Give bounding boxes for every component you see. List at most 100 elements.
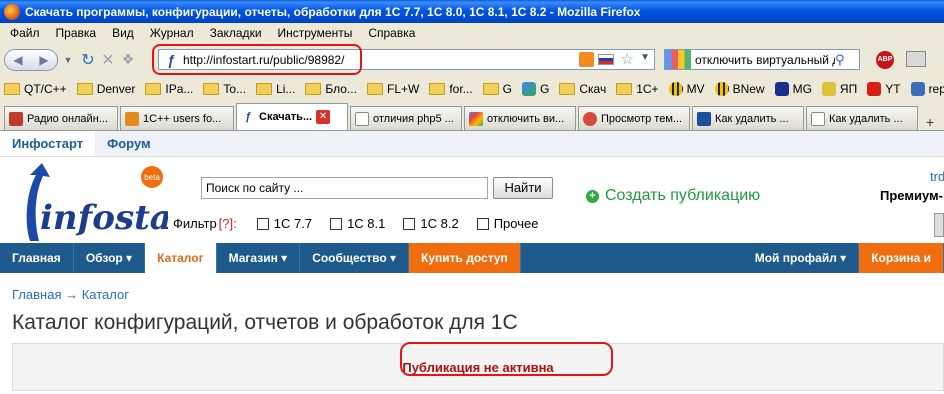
nav-shop[interactable]: Магазин ▾ bbox=[217, 243, 301, 273]
yandex-icon bbox=[821, 82, 836, 96]
url-dropdown-icon[interactable]: ▼ bbox=[640, 52, 650, 63]
nav-catalog[interactable]: Каталог bbox=[145, 243, 217, 273]
tab[interactable]: 1С++ users fo... bbox=[120, 106, 234, 130]
printer-icon[interactable] bbox=[906, 51, 926, 67]
search-bar[interactable]: ⚲ bbox=[664, 49, 860, 70]
nav-cart[interactable]: Корзина и bbox=[859, 243, 944, 273]
menu-view[interactable]: Вид bbox=[104, 26, 142, 40]
find-button[interactable]: Найти bbox=[493, 177, 553, 199]
menu-file[interactable]: Файл bbox=[2, 26, 48, 40]
search-icon[interactable]: ⚲ bbox=[835, 52, 845, 68]
bookmark-star-icon[interactable]: ☆ bbox=[621, 50, 634, 68]
bee-icon bbox=[668, 82, 683, 96]
stop-icon[interactable]: ✕ bbox=[98, 49, 118, 71]
folder-icon bbox=[482, 83, 499, 95]
report-icon bbox=[910, 82, 925, 96]
infostart-favicon-icon: ƒ bbox=[241, 110, 255, 124]
menu-edit[interactable]: Правка bbox=[48, 26, 105, 40]
infostart-logo[interactable]: infostart beta bbox=[12, 163, 168, 243]
filter-option-other[interactable]: Прочее bbox=[476, 216, 538, 231]
bookmark-item[interactable]: Скач bbox=[559, 82, 606, 96]
side-widget-edge bbox=[934, 213, 944, 237]
bookmark-item[interactable]: G bbox=[482, 82, 512, 96]
folder-icon bbox=[429, 83, 446, 95]
page-favicon-icon bbox=[355, 111, 369, 126]
back-forward-group: ◀ ▶ bbox=[4, 48, 58, 71]
user-name-link[interactable]: trdm bbox=[930, 169, 944, 184]
url-highlight-annotation bbox=[152, 44, 362, 75]
filter-option-77[interactable]: 1С 7.7 bbox=[256, 216, 312, 231]
checkbox[interactable] bbox=[330, 217, 343, 230]
search-input[interactable] bbox=[695, 52, 835, 67]
ru-favicon-icon bbox=[697, 111, 711, 126]
history-dropdown-icon[interactable]: ▼ bbox=[58, 49, 78, 71]
bookmark-item[interactable]: To... bbox=[203, 82, 246, 96]
rss-icon[interactable] bbox=[579, 52, 594, 67]
create-publication-link[interactable]: + Создать публикацию bbox=[586, 187, 760, 205]
adblock-icon[interactable]: ABP bbox=[876, 51, 894, 69]
nav-my-profile[interactable]: Мой профайл ▾ bbox=[743, 243, 860, 273]
forum-favicon-icon bbox=[125, 111, 139, 126]
site-top-strip: Инфостарт Форум bbox=[0, 131, 944, 157]
tab[interactable]: Как удалить ... bbox=[806, 106, 918, 130]
menu-help[interactable]: Справка bbox=[360, 26, 423, 40]
tab[interactable]: Просмотр тем... bbox=[578, 106, 690, 130]
tab[interactable]: отличия php5 ... bbox=[350, 106, 462, 130]
bookmark-item[interactable]: Бло... bbox=[305, 82, 357, 96]
bookmark-item[interactable]: YT bbox=[867, 82, 901, 96]
bookmark-item[interactable]: 1С+ bbox=[616, 82, 659, 96]
bookmark-item[interactable]: report bbox=[910, 82, 944, 96]
reload-icon[interactable]: ↻ bbox=[78, 49, 98, 71]
bookmark-item[interactable]: MV bbox=[668, 82, 705, 96]
bookmark-item[interactable]: Denver bbox=[76, 82, 135, 96]
create-publication-label: Создать публикацию bbox=[605, 187, 761, 204]
menu-tools[interactable]: Инструменты bbox=[270, 26, 361, 40]
folder-icon bbox=[256, 83, 273, 95]
filter-option-81[interactable]: 1С 8.1 bbox=[330, 216, 385, 231]
nav-overview[interactable]: Обзор ▾ bbox=[74, 243, 146, 273]
breadcrumb-home-link[interactable]: Главная bbox=[12, 287, 61, 302]
bookmark-item[interactable]: FL+W bbox=[366, 82, 419, 96]
tab[interactable]: отключить ви... bbox=[464, 106, 576, 130]
bookmark-item[interactable]: for... bbox=[429, 82, 473, 96]
bookmark-item[interactable]: BNew bbox=[714, 82, 765, 96]
tab-active[interactable]: ƒ Скачать... ✕ bbox=[236, 103, 348, 130]
breadcrumb-catalog-link[interactable]: Каталог bbox=[82, 287, 129, 302]
bookmark-item[interactable]: MG bbox=[774, 82, 812, 96]
checkbox[interactable] bbox=[476, 217, 489, 230]
menu-history[interactable]: Журнал bbox=[142, 26, 202, 40]
bookmark-item[interactable]: ЯП bbox=[821, 82, 857, 96]
back-button[interactable]: ◀ bbox=[5, 50, 31, 70]
bookmark-item[interactable]: Li... bbox=[256, 82, 295, 96]
russia-flag-icon[interactable] bbox=[598, 54, 614, 65]
close-tab-icon[interactable]: ✕ bbox=[316, 110, 331, 124]
tab-infostart[interactable]: Инфостарт bbox=[0, 131, 96, 156]
folder-icon bbox=[559, 83, 576, 95]
menu-bookmarks[interactable]: Закладки bbox=[202, 26, 270, 40]
bookmarks-toolbar: QT/C++ Denver IPa... To... Li... Бло... … bbox=[0, 76, 944, 102]
checkbox[interactable] bbox=[403, 217, 416, 230]
page-title: Каталог конфигураций, отчетов и обработо… bbox=[12, 311, 518, 334]
tab[interactable]: Как удалить ... bbox=[692, 106, 804, 130]
site-search-input[interactable] bbox=[201, 177, 488, 199]
filter-help-link[interactable]: [?]: bbox=[219, 216, 237, 231]
filter-option-82[interactable]: 1С 8.2 bbox=[403, 216, 459, 231]
bookmark-item[interactable]: QT/C++ bbox=[4, 82, 67, 96]
google-engine-icon[interactable] bbox=[665, 50, 691, 69]
nav-buy-access[interactable]: Купить доступ bbox=[409, 243, 521, 273]
checkbox[interactable] bbox=[256, 217, 269, 230]
logo-badge: beta bbox=[144, 173, 160, 182]
bookmark-item[interactable]: IPa... bbox=[145, 82, 193, 96]
nav-home[interactable]: Главная bbox=[0, 243, 74, 273]
tab-forum[interactable]: Форум bbox=[95, 131, 162, 156]
main-navigation: Главная Обзор ▾ Каталог Магазин ▾ Сообще… bbox=[0, 243, 944, 273]
nav-community[interactable]: Сообщество ▾ bbox=[300, 243, 410, 273]
new-tab-icon[interactable]: + bbox=[926, 114, 934, 130]
forward-button[interactable]: ▶ bbox=[31, 50, 57, 70]
mg-icon bbox=[774, 82, 789, 96]
home-icon[interactable]: ❖ bbox=[118, 49, 138, 71]
bookmark-item[interactable]: G bbox=[522, 82, 549, 96]
breadcrumb-separator: → bbox=[65, 287, 79, 302]
tab[interactable]: Радио онлайн... bbox=[4, 106, 118, 130]
